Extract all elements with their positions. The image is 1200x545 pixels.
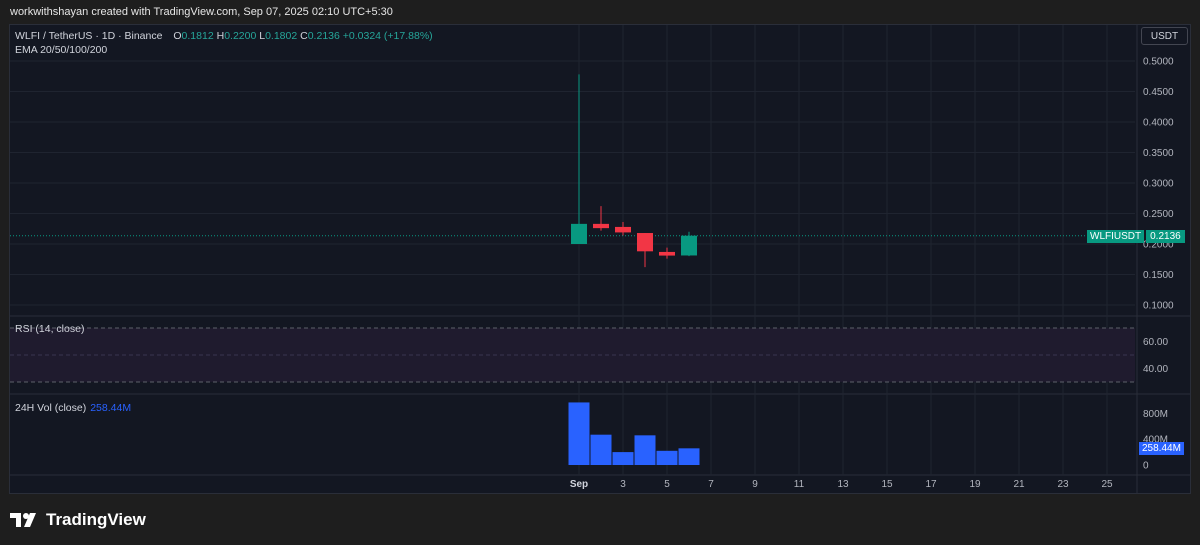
price-tag-symbol: WLFIUSDT bbox=[1087, 230, 1145, 243]
price-tick-label: 0.2500 bbox=[1143, 209, 1174, 220]
volume-tick-label: 800M bbox=[1143, 409, 1168, 420]
volume-bar bbox=[612, 452, 634, 465]
close-label: C bbox=[300, 30, 308, 42]
time-tick-label: 7 bbox=[708, 479, 714, 490]
time-tick-label: 3 bbox=[620, 479, 626, 490]
time-tick-label: 21 bbox=[1013, 479, 1025, 490]
price-tick-label: 0.1000 bbox=[1143, 301, 1174, 312]
price-tick-label: 0.3500 bbox=[1143, 148, 1174, 159]
price-tick-label: 0.3000 bbox=[1143, 179, 1174, 190]
volume-bar bbox=[634, 435, 656, 465]
time-tick-label: 17 bbox=[925, 479, 937, 490]
time-axis: Sep 3 5 7 9 11 13 15 17 19 21 23 25 bbox=[570, 479, 1113, 490]
close-value: 0.2136 bbox=[307, 30, 340, 42]
candle-body bbox=[637, 233, 653, 252]
candle-body bbox=[593, 223, 609, 229]
time-tick-label: 23 bbox=[1057, 479, 1069, 490]
price-axis: 0.50000.45000.40000.35000.30000.25000.20… bbox=[1143, 57, 1174, 472]
currency-button[interactable]: USDT bbox=[1141, 27, 1188, 45]
symbol-legend: WLFI / TetherUS · 1D · Binance O0.1812 H… bbox=[15, 30, 433, 42]
ema-legend[interactable]: EMA 20/50/100/200 bbox=[15, 44, 107, 56]
time-tick-label: 13 bbox=[837, 479, 849, 490]
candles bbox=[571, 74, 697, 268]
brand-name: TradingView bbox=[46, 510, 146, 529]
candle-body bbox=[659, 251, 675, 256]
price-tag-value: 0.2136 bbox=[1146, 230, 1185, 243]
time-tick-label: 11 bbox=[794, 479, 805, 490]
low-value: 0.1802 bbox=[265, 30, 298, 42]
open-label: O bbox=[173, 30, 182, 42]
time-tick-label: Sep bbox=[570, 479, 588, 490]
price-tick-label: 0.1500 bbox=[1143, 270, 1174, 281]
rsi-pane bbox=[10, 327, 1135, 383]
volume-bar bbox=[678, 448, 700, 465]
tradingview-logo[interactable]: TradingView bbox=[10, 510, 146, 530]
volume-value: 258.44M bbox=[90, 402, 132, 414]
time-tick-label: 19 bbox=[969, 479, 981, 490]
rsi-tick-label: 60.00 bbox=[1143, 337, 1168, 348]
time-tick-label: 15 bbox=[881, 479, 893, 490]
rsi-legend[interactable]: RSI (14, close) bbox=[15, 323, 84, 335]
volume-bar bbox=[590, 434, 612, 465]
volume-bar bbox=[568, 402, 590, 465]
rsi-tick-label: 40.00 bbox=[1143, 364, 1168, 375]
time-tick-label: 9 bbox=[752, 479, 758, 490]
open-value: 0.1812 bbox=[181, 30, 214, 42]
volume-tick-label: 0 bbox=[1143, 461, 1149, 472]
time-tick-label: 25 bbox=[1101, 479, 1113, 490]
price-tick-label: 0.5000 bbox=[1143, 57, 1174, 68]
candle-body bbox=[571, 223, 587, 244]
volume-bar bbox=[656, 450, 678, 465]
price-tick-label: 0.4500 bbox=[1143, 87, 1174, 98]
change-value: +0.0324 (+17.88%) bbox=[342, 30, 433, 42]
candle-body bbox=[681, 235, 697, 256]
volume-title: 24H Vol (close) bbox=[15, 402, 87, 414]
last-price-tag: WLFIUSDT 0.2136 bbox=[1087, 230, 1185, 243]
price-tick-label: 0.4000 bbox=[1143, 118, 1174, 129]
candle-body bbox=[615, 226, 631, 233]
volume-bars bbox=[568, 402, 700, 465]
symbol-title: WLFI / TetherUS · 1D · Binance bbox=[15, 30, 163, 42]
grid bbox=[10, 25, 1190, 493]
high-value: 0.2200 bbox=[224, 30, 257, 42]
volume-last-tag: 258.44M bbox=[1139, 442, 1184, 455]
volume-legend[interactable]: 24H Vol (close) 258.44M bbox=[15, 402, 131, 414]
time-tick-label: 5 bbox=[664, 479, 670, 490]
tradingview-logo-icon bbox=[10, 513, 36, 527]
chart-canvas: 0.50000.45000.40000.35000.30000.25000.20… bbox=[10, 25, 1190, 493]
